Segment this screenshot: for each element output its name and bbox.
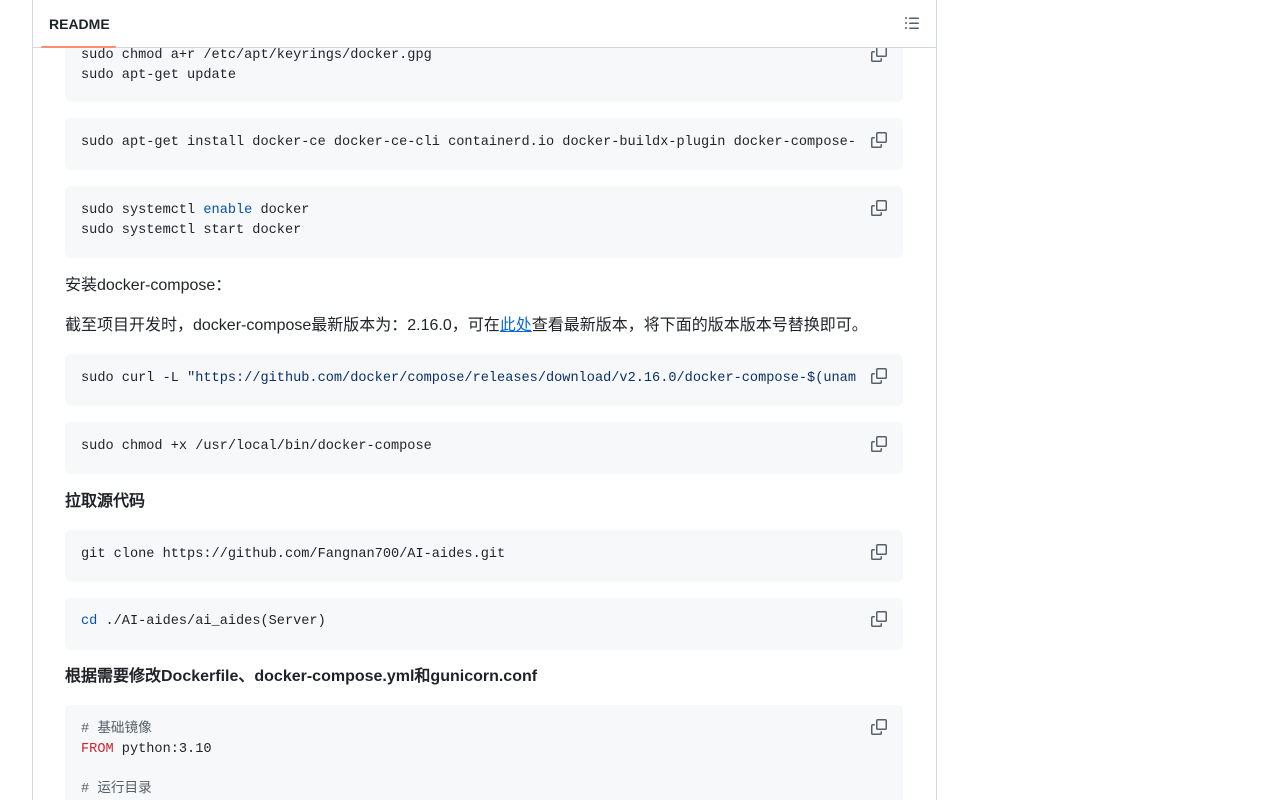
code-block-clone: git clone https://github.com/Fangnan700/… — [65, 530, 903, 582]
copy-icon[interactable] — [871, 544, 887, 560]
version-note-text: 截至项目开发时，docker-compose最新版本为：2.16.0，可在 — [65, 317, 500, 334]
code-text: python:3.10 — [113, 742, 212, 757]
paragraph-install-compose: 安装docker-compose： — [65, 277, 232, 294]
code-text: sudo systemctl — [81, 203, 204, 218]
copy-icon[interactable] — [871, 46, 887, 62]
tab-active-indicator — [41, 46, 116, 48]
code-keyword: FROM — [81, 742, 114, 757]
code-string: "https://github.com/docker/compose/relea… — [187, 371, 856, 386]
code-block-chmod: sudo chmod +x /usr/local/bin/docker-comp… — [65, 422, 903, 474]
code-line: git clone https://github.com/Fangnan700/… — [81, 547, 506, 562]
link-latest-version[interactable]: 此处 — [500, 317, 532, 334]
code-block-install: sudo apt-get install docker-ce docker-ce… — [65, 118, 903, 170]
heading-pull-source: 拉取源代码 — [65, 493, 146, 510]
copy-icon[interactable] — [871, 132, 887, 148]
code-line: sudo systemctl start docker — [81, 223, 302, 238]
code-block-systemctl: sudo systemctl enable docker sudo system… — [65, 186, 903, 258]
code-line: sudo chmod a+r /etc/apt/keyrings/docker.… — [81, 48, 432, 63]
tab-readme[interactable]: README — [41, 0, 118, 47]
code-text: ./AI-aides/ai_aides(Server) — [97, 614, 326, 629]
copy-icon[interactable] — [871, 436, 887, 452]
code-block-dockerfile: # 基础镜像 FROM python:3.10 # 运行目录 — [65, 705, 903, 800]
copy-icon[interactable] — [871, 368, 887, 384]
copy-icon[interactable] — [871, 611, 887, 627]
readme-header: README — [33, 0, 936, 48]
code-line: sudo apt-get install docker-ce docker-ce… — [81, 135, 856, 150]
paragraph-version-note: 截至项目开发时，docker-compose最新版本为：2.16.0，可在此处查… — [65, 314, 868, 338]
code-keyword: cd — [81, 614, 98, 629]
copy-icon[interactable] — [871, 200, 887, 216]
code-line: sudo apt-get update — [81, 68, 236, 83]
code-block-curl: sudo curl -L "https://github.com/docker/… — [65, 354, 903, 406]
code-text: docker — [252, 203, 310, 218]
code-comment: # 运行目录 — [81, 782, 152, 797]
code-block-cd: cd ./AI-aides/ai_aides(Server) — [65, 598, 903, 650]
code-text: sudo curl -L — [81, 371, 188, 386]
code-comment: # 基础镜像 — [81, 722, 152, 737]
version-note-text-after: 查看最新版本，将下面的版本版本号替换即可。 — [531, 317, 868, 334]
tab-readme-label: README — [49, 15, 110, 32]
code-line: sudo chmod +x /usr/local/bin/docker-comp… — [81, 439, 432, 454]
list-unordered-icon[interactable] — [904, 15, 920, 31]
code-keyword: enable — [203, 203, 253, 218]
readme-panel: README sudo chmod a+r /etc/apt/keyrings/… — [32, 0, 937, 800]
heading-modify-config: 根据需要修改Dockerfile、docker-compose.yml和guni… — [65, 668, 538, 685]
copy-icon[interactable] — [871, 719, 887, 735]
